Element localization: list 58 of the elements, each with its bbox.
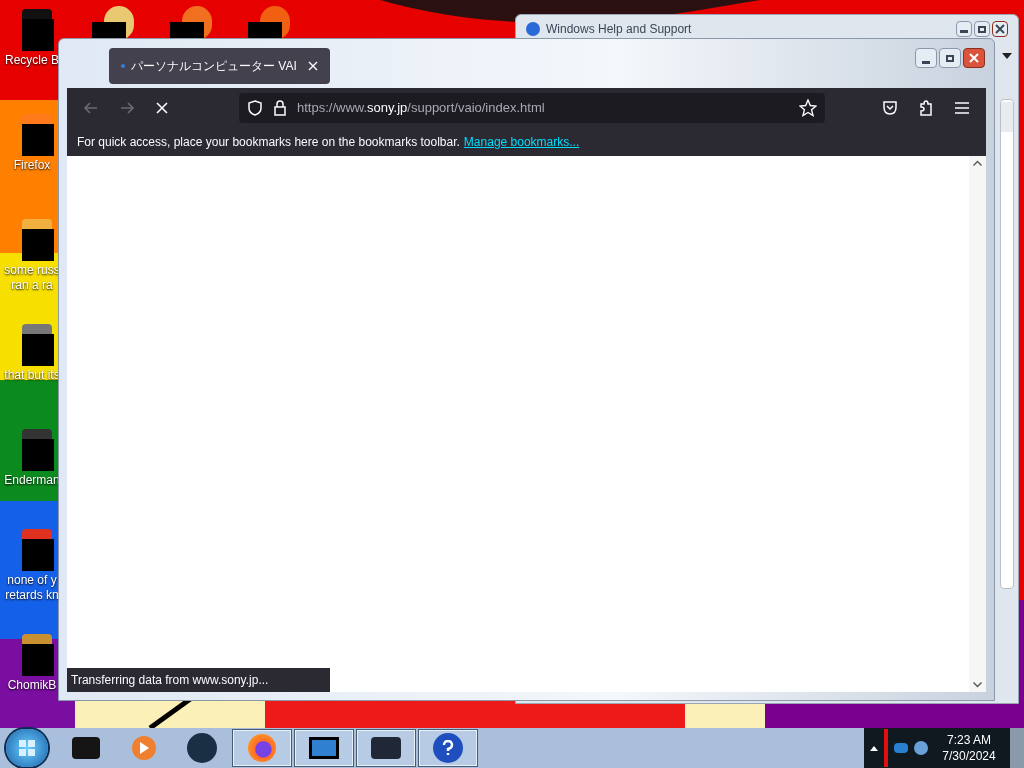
close-button[interactable] xyxy=(992,21,1008,37)
icon-label: Enderman xyxy=(4,473,60,488)
volume-meter-icon xyxy=(884,729,888,767)
browser-tab[interactable]: パーソナルコンピューター VAI xyxy=(109,48,330,84)
start-button[interactable] xyxy=(6,729,48,767)
help-icon xyxy=(433,733,463,763)
scrollbar[interactable] xyxy=(1000,99,1014,589)
help-icon xyxy=(526,22,540,36)
bookmarks-hint: For quick access, place your bookmarks here on the bookmarks toolbar. xyxy=(77,134,460,151)
clock-date: 7/30/2024 xyxy=(942,748,996,764)
maximize-button[interactable] xyxy=(974,21,990,37)
pocket-icon xyxy=(882,101,898,115)
arrow-icon xyxy=(119,101,135,115)
monitor-icon[interactable] xyxy=(894,743,908,753)
scroll-up-icon[interactable] xyxy=(973,160,982,166)
close-icon xyxy=(155,101,171,115)
arrow-icon xyxy=(83,101,99,115)
menu-icon xyxy=(955,102,969,114)
browser-icon xyxy=(248,734,276,762)
globe-icon xyxy=(187,733,217,763)
play-icon xyxy=(132,736,156,760)
scrollbar[interactable] xyxy=(969,156,986,692)
taskbar-button[interactable] xyxy=(356,729,416,767)
manage-bookmarks-link[interactable]: Manage bookmarks... xyxy=(463,133,580,151)
icon-label: ran a ra xyxy=(11,278,53,293)
lock-icon[interactable] xyxy=(273,100,287,116)
box-icon xyxy=(72,737,100,759)
loading-icon xyxy=(121,64,125,68)
window-title: Windows Help and Support xyxy=(546,21,693,38)
icon-label: retards kn xyxy=(5,588,59,603)
close-icon xyxy=(969,53,979,63)
maximize-button[interactable] xyxy=(939,48,961,68)
clock-time: 7:23 AM xyxy=(947,732,991,748)
star-icon[interactable] xyxy=(799,99,817,117)
icon-label: ChomikB xyxy=(7,678,57,693)
tab-title: パーソナルコンピューター VAI xyxy=(131,58,298,75)
monitor-icon xyxy=(309,737,339,759)
status-text: Transferring data from www.sony.jp... xyxy=(67,668,330,692)
icon-label: Firefox xyxy=(13,158,51,173)
address-bar[interactable]: https://www.sony.jp/support/vaio/index.html xyxy=(239,93,825,123)
dropdown-icon[interactable] xyxy=(1002,53,1012,59)
minimize-button[interactable] xyxy=(915,48,937,68)
taskbar-button[interactable] xyxy=(418,729,478,767)
url-text: https://www.sony.jp/support/vaio/index.html xyxy=(297,99,546,118)
minimize-button[interactable] xyxy=(956,21,972,37)
icon-label: Recycle B xyxy=(5,53,59,68)
screen-icon xyxy=(371,737,401,759)
close-icon[interactable] xyxy=(308,61,318,71)
windows-icon xyxy=(19,740,35,756)
icon-label: none of y xyxy=(7,573,57,588)
taskbar-button[interactable] xyxy=(294,729,354,767)
caret-icon[interactable] xyxy=(870,745,878,751)
taskbar-button[interactable] xyxy=(232,729,292,767)
shield-icon[interactable] xyxy=(247,100,263,116)
close-icon xyxy=(995,24,1005,34)
scroll-down-icon[interactable] xyxy=(973,682,982,688)
close-button[interactable] xyxy=(963,48,985,68)
puzzle-icon xyxy=(918,100,934,116)
